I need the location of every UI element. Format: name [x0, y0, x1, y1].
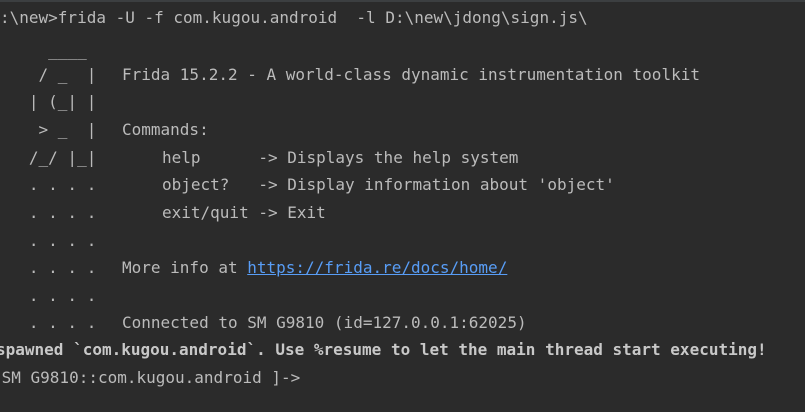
terminal-window[interactable]: :\new>frida -U -f com.kugou.android -l D… — [0, 0, 805, 412]
banner-art-line: . . . . — [0, 258, 97, 277]
connected-status: Connected to SM G9810 (id=127.0.0.1:6202… — [122, 313, 527, 332]
banner-title: Frida 15.2.2 - A world-class dynamic ins… — [122, 65, 700, 84]
banner-art-line: . . . . — [0, 286, 97, 305]
banner-art-line: ____ — [0, 41, 87, 60]
command-help: help -> Displays the help system — [162, 148, 519, 167]
banner-art-line: /_/ |_| — [0, 148, 97, 167]
banner-art-line: / _ | — [0, 65, 97, 84]
commands-label: Commands: — [122, 120, 209, 139]
top-border — [0, 0, 805, 2]
spawned-message: spawned `com.kugou.android`. Use %resume… — [0, 340, 767, 359]
banner-art-line: . . . . — [0, 203, 97, 222]
banner-art-line: . . . . — [0, 313, 97, 332]
docs-link[interactable]: https://frida.re/docs/home/ — [247, 258, 507, 277]
repl-prompt[interactable]: [SM G9810::com.kugou.android ]-> — [0, 366, 300, 390]
command-exit: exit/quit -> Exit — [162, 203, 326, 222]
banner-art-line: | (_| | — [0, 92, 97, 111]
banner-art-line: . . . . — [0, 231, 97, 250]
banner-art-line: . . . . — [0, 175, 97, 194]
more-info-line: More info at https://frida.re/docs/home/ — [122, 256, 507, 280]
command-line: :\new>frida -U -f com.kugou.android -l D… — [0, 8, 588, 27]
command-object: object? -> Display information about 'ob… — [162, 175, 615, 194]
banner-art-line: > _ | — [0, 120, 97, 139]
more-info-prefix: More info at — [122, 258, 248, 277]
